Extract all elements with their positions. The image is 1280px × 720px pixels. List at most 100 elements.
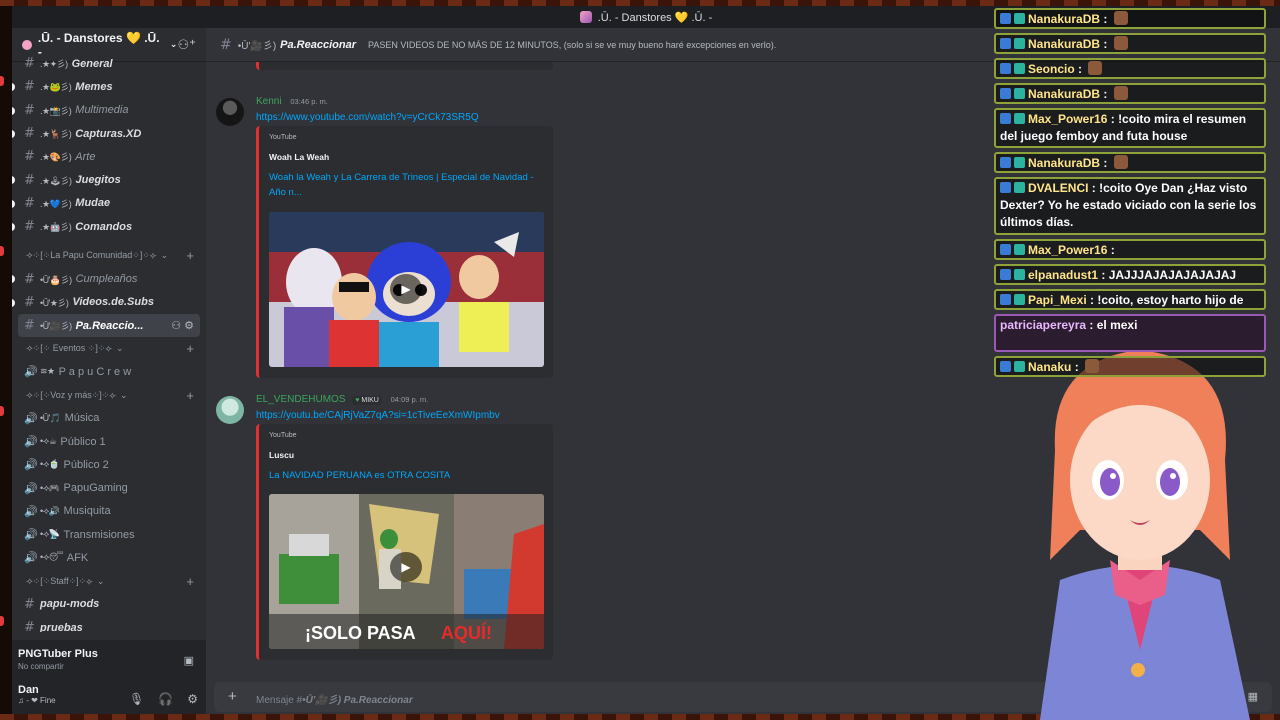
channel-category[interactable]: ⟢⁘[⁘La Papu Comunidad⁘]⁘⟣ ⌄ + <box>12 244 206 267</box>
settings-gear-icon[interactable]: ⚙ <box>187 692 198 706</box>
embed-title[interactable]: La NAVIDAD PERUANA es OTRA COSITA <box>269 468 539 483</box>
channel-item[interactable]: # •Ū'🎥彡) Pa.Reaccio... ⚇ ⚙ <box>18 313 200 338</box>
channel-list: # .★✦彡) General # .★🐸彡) Memes # .★📸彡) Multimedia… <box>12 52 206 632</box>
channel-item[interactable]: # .★🦌彡) Capturas.XD <box>12 122 206 145</box>
avatar[interactable] <box>216 396 244 424</box>
play-icon[interactable]: ▶ <box>390 274 422 304</box>
channel-item[interactable]: 🔊 •⟢😴 AFK <box>12 546 206 569</box>
chat-separator: : <box>1086 318 1097 332</box>
channel-hash-icon: # <box>24 596 35 612</box>
chat-message: patriciapereyra : el mexi <box>994 314 1266 352</box>
screen-share-icon[interactable]: ▣ <box>184 654 194 667</box>
thumbnail-caption: ¡SOLO PASA <box>305 623 416 643</box>
channel-label: Mudae <box>75 197 111 210</box>
channel-label: papu-mods <box>40 598 100 611</box>
channel-hash-icon: # <box>24 620 35 632</box>
thumbnail-caption-accent: AQUÍ! <box>441 622 492 643</box>
channel-item[interactable]: # .★📸彡) Multimedia <box>12 99 206 122</box>
chat-separator: : <box>1100 87 1111 101</box>
chat-username: elpanadust1 <box>1028 268 1099 282</box>
mod-badge-icon <box>1000 244 1011 255</box>
video-thumbnail[interactable]: ¡SOLO PASA AQUÍ! ▶ <box>269 494 544 649</box>
message-link[interactable]: https://www.youtube.com/watch?v=yCrCk73S… <box>256 112 479 123</box>
create-channel-plus-icon[interactable]: + <box>186 248 194 263</box>
play-icon[interactable]: ▶ <box>390 552 422 582</box>
channel-item[interactable]: # papu-mods <box>12 593 206 616</box>
role-tag-label: MIKU <box>361 397 379 404</box>
video-thumbnail[interactable]: ▶ <box>269 212 544 367</box>
embed-author[interactable]: Woah La Weah <box>269 152 329 162</box>
chat-separator: : <box>1086 293 1098 307</box>
channel-category[interactable]: ⟢⁘[⁘Staff⁘]⁘⟣ ⌄ + <box>12 570 206 593</box>
invite-icon[interactable]: ⚇ <box>171 320 184 332</box>
chat-message: Seoncio : <box>994 58 1266 79</box>
composer-placeholder-prefix: Mensaje # <box>256 695 303 706</box>
channel-category[interactable]: ⟢⁘[⁘ Eventos ⁘]⁘⟣ ⌄ + <box>12 337 206 360</box>
user-panel: PNGTuber Plus No compartir ▣ Dan ♫ - ❤ F… <box>12 640 206 714</box>
channel-item[interactable]: # .★🕹彡) Juegitos <box>12 168 206 191</box>
embed-author[interactable]: Luscu <box>269 450 294 460</box>
sub-badge-icon <box>1014 63 1025 74</box>
embed-title[interactable]: Woah la Weah y La Carrera de Trineos | E… <box>269 170 539 200</box>
channel-item[interactable]: 🔊 •Ū'🎵 Música <box>12 407 206 430</box>
sub-badge-icon <box>1014 13 1025 24</box>
channel-item[interactable]: 🔊 •⟢☕ Público 1 <box>12 430 206 453</box>
channel-label: Transmisiones <box>63 528 135 541</box>
invite-people-icon[interactable]: ⚇⁺ <box>177 37 196 53</box>
channel-item[interactable]: 🔊 •⟢🎮 PapuGaming <box>12 476 206 499</box>
channel-item[interactable]: # .★🎨彡) Arte <box>12 145 206 168</box>
channel-settings-gear-icon[interactable]: ⚙ <box>184 320 194 332</box>
channel-item[interactable]: 🔊 •⟢📡 Transmisiones <box>12 523 206 546</box>
create-channel-plus-icon[interactable]: + <box>186 388 194 403</box>
video-embed: YouTube Woah La Weah Woah la Weah y La C… <box>256 126 553 378</box>
sub-badge-icon <box>1014 157 1025 168</box>
chat-message: DVALENCI : !coito Oye Dan ¿Haz visto Dex… <box>994 177 1266 235</box>
mod-badge-icon <box>1000 294 1011 305</box>
unread-indicator <box>12 223 15 232</box>
mod-badge-icon <box>1000 361 1011 372</box>
channel-hash-icon: # <box>24 195 35 211</box>
channel-deco: .★✦彡) <box>40 59 68 70</box>
channel-item[interactable]: # pruebas <box>12 616 206 632</box>
composer-placeholder-channel: •Ū'🎥彡) Pa.Reaccionar <box>302 695 413 706</box>
channel-sidebar: .Ū. - Danstores 💛 .Ū. - ⌄ ⚇⁺ # .★✦彡) Gener… <box>12 28 206 714</box>
channel-item[interactable]: 🔊 ≋★ P a p u C r e w <box>12 360 206 383</box>
create-channel-plus-icon[interactable]: + <box>186 574 194 589</box>
channel-item[interactable]: # •Ū'🎂彡) Cumpleaños <box>12 267 206 290</box>
channel-deco: •⟢🔊 <box>40 505 60 516</box>
microphone-icon[interactable]: 🎙 <box>129 692 144 706</box>
chat-message: Nanaku : <box>994 356 1266 377</box>
avatar[interactable] <box>216 98 244 126</box>
channel-item[interactable]: # .★🐸彡) Memes <box>12 75 206 98</box>
message-timestamp: 04:09 p. m. <box>390 395 429 404</box>
channel-label: Pa.Reaccio... <box>75 319 144 332</box>
channel-item[interactable]: # .★🤖彡) Comandos <box>12 215 206 238</box>
mod-badge-icon <box>1000 63 1011 74</box>
attach-plus-icon[interactable]: + <box>228 688 237 705</box>
create-channel-plus-icon[interactable]: + <box>186 341 194 356</box>
composer-placeholder[interactable]: Mensaje #•Ū'🎥彡) Pa.Reaccionar <box>256 691 413 706</box>
message-link[interactable]: https://youtu.be/CAjRjVaZ7qA?si=1cTiveEe… <box>256 410 500 421</box>
channel-item[interactable]: 🔊 •⟢🔊 Musiquita <box>12 500 206 523</box>
message-author[interactable]: Kenni <box>256 96 282 107</box>
sub-badge-icon <box>1014 113 1025 124</box>
channel-category[interactable]: ⟢⁘[⁘Voz y más⁘]⁘⟣ ⌄ + <box>12 384 206 407</box>
headphones-icon[interactable]: 🎧 <box>158 692 173 706</box>
channel-item[interactable]: 🔊 •⟢🍵 Público 2 <box>12 453 206 476</box>
chat-message: NanakuraDB : <box>994 8 1266 29</box>
channel-header-deco: •Ū'🎥彡) <box>237 41 277 52</box>
unread-indicator <box>12 176 15 185</box>
channel-topic[interactable]: PASEN VIDEOS DE NO MÁS DE 12 MINUTOS, (s… <box>368 40 776 50</box>
channel-item[interactable]: # .★💙彡) Mudae <box>12 192 206 215</box>
rail-indicator <box>0 406 4 416</box>
channel-item[interactable]: # •Ū'★彡) Videos.de.Subs <box>12 291 206 314</box>
message-author[interactable]: EL_VENDEHUMOS <box>256 394 345 405</box>
mod-badge-icon <box>1000 38 1011 49</box>
speaker-icon: 🔊 <box>24 551 38 565</box>
channel-deco: •Ū'★彡) <box>40 297 69 308</box>
current-user[interactable]: Dan ♫ - ❤ Fine 🎙 🎧 ⚙ <box>12 684 206 714</box>
activity-panel[interactable]: PNGTuber Plus No compartir ▣ <box>12 648 202 671</box>
channel-item[interactable]: # .★✦彡) General <box>12 52 206 75</box>
server-icon <box>579 11 592 23</box>
unread-indicator <box>12 106 15 115</box>
